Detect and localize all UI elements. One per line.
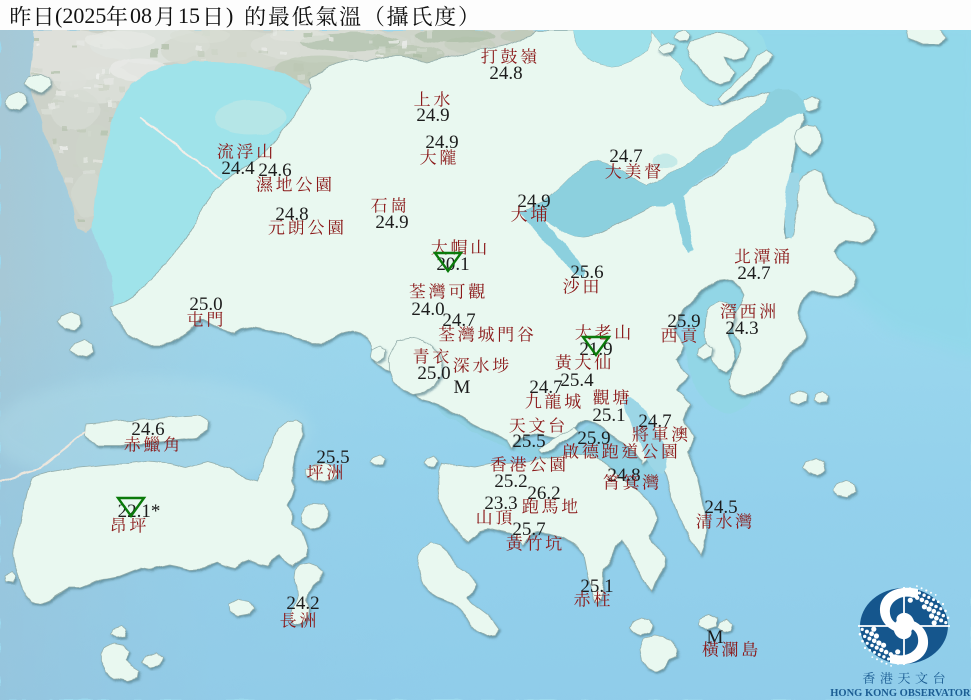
svg-text:25.5: 25.5 — [512, 431, 545, 452]
svg-text:15: 15 — [178, 3, 200, 28]
svg-text:25.5: 25.5 — [316, 447, 349, 468]
svg-text:24.9: 24.9 — [375, 212, 408, 233]
svg-text:24.9: 24.9 — [425, 132, 458, 153]
svg-text:24.6: 24.6 — [131, 419, 164, 440]
svg-text:HONG KONG OBSERVATORY: HONG KONG OBSERVATORY — [830, 688, 971, 699]
svg-text:25.2: 25.2 — [494, 471, 527, 492]
svg-text:24.5: 24.5 — [704, 497, 737, 518]
svg-text:24.7: 24.7 — [442, 310, 475, 331]
svg-text:24.3: 24.3 — [725, 318, 758, 339]
svg-text:(2025: (2025 — [55, 3, 106, 28]
svg-text:24.7: 24.7 — [529, 377, 562, 398]
svg-text:25.1: 25.1 — [592, 405, 625, 426]
svg-text:24.4: 24.4 — [221, 158, 255, 179]
svg-text:24.7: 24.7 — [638, 411, 671, 432]
svg-text:08: 08 — [130, 3, 152, 28]
svg-text:24.8: 24.8 — [489, 63, 522, 84]
svg-text:): ) — [226, 3, 233, 28]
svg-text:24.7: 24.7 — [609, 146, 642, 167]
svg-text:25.6: 25.6 — [570, 262, 603, 283]
svg-text:24.0: 24.0 — [411, 299, 444, 320]
svg-text:24.2: 24.2 — [286, 593, 319, 614]
svg-text:25.0: 25.0 — [417, 363, 450, 384]
svg-text:M: M — [454, 377, 471, 398]
svg-text:24.8: 24.8 — [275, 204, 308, 225]
svg-text:24.8: 24.8 — [607, 465, 640, 486]
svg-text:24.9: 24.9 — [416, 105, 449, 126]
svg-text:24.7: 24.7 — [737, 263, 770, 284]
svg-text:25.4: 25.4 — [560, 370, 594, 391]
